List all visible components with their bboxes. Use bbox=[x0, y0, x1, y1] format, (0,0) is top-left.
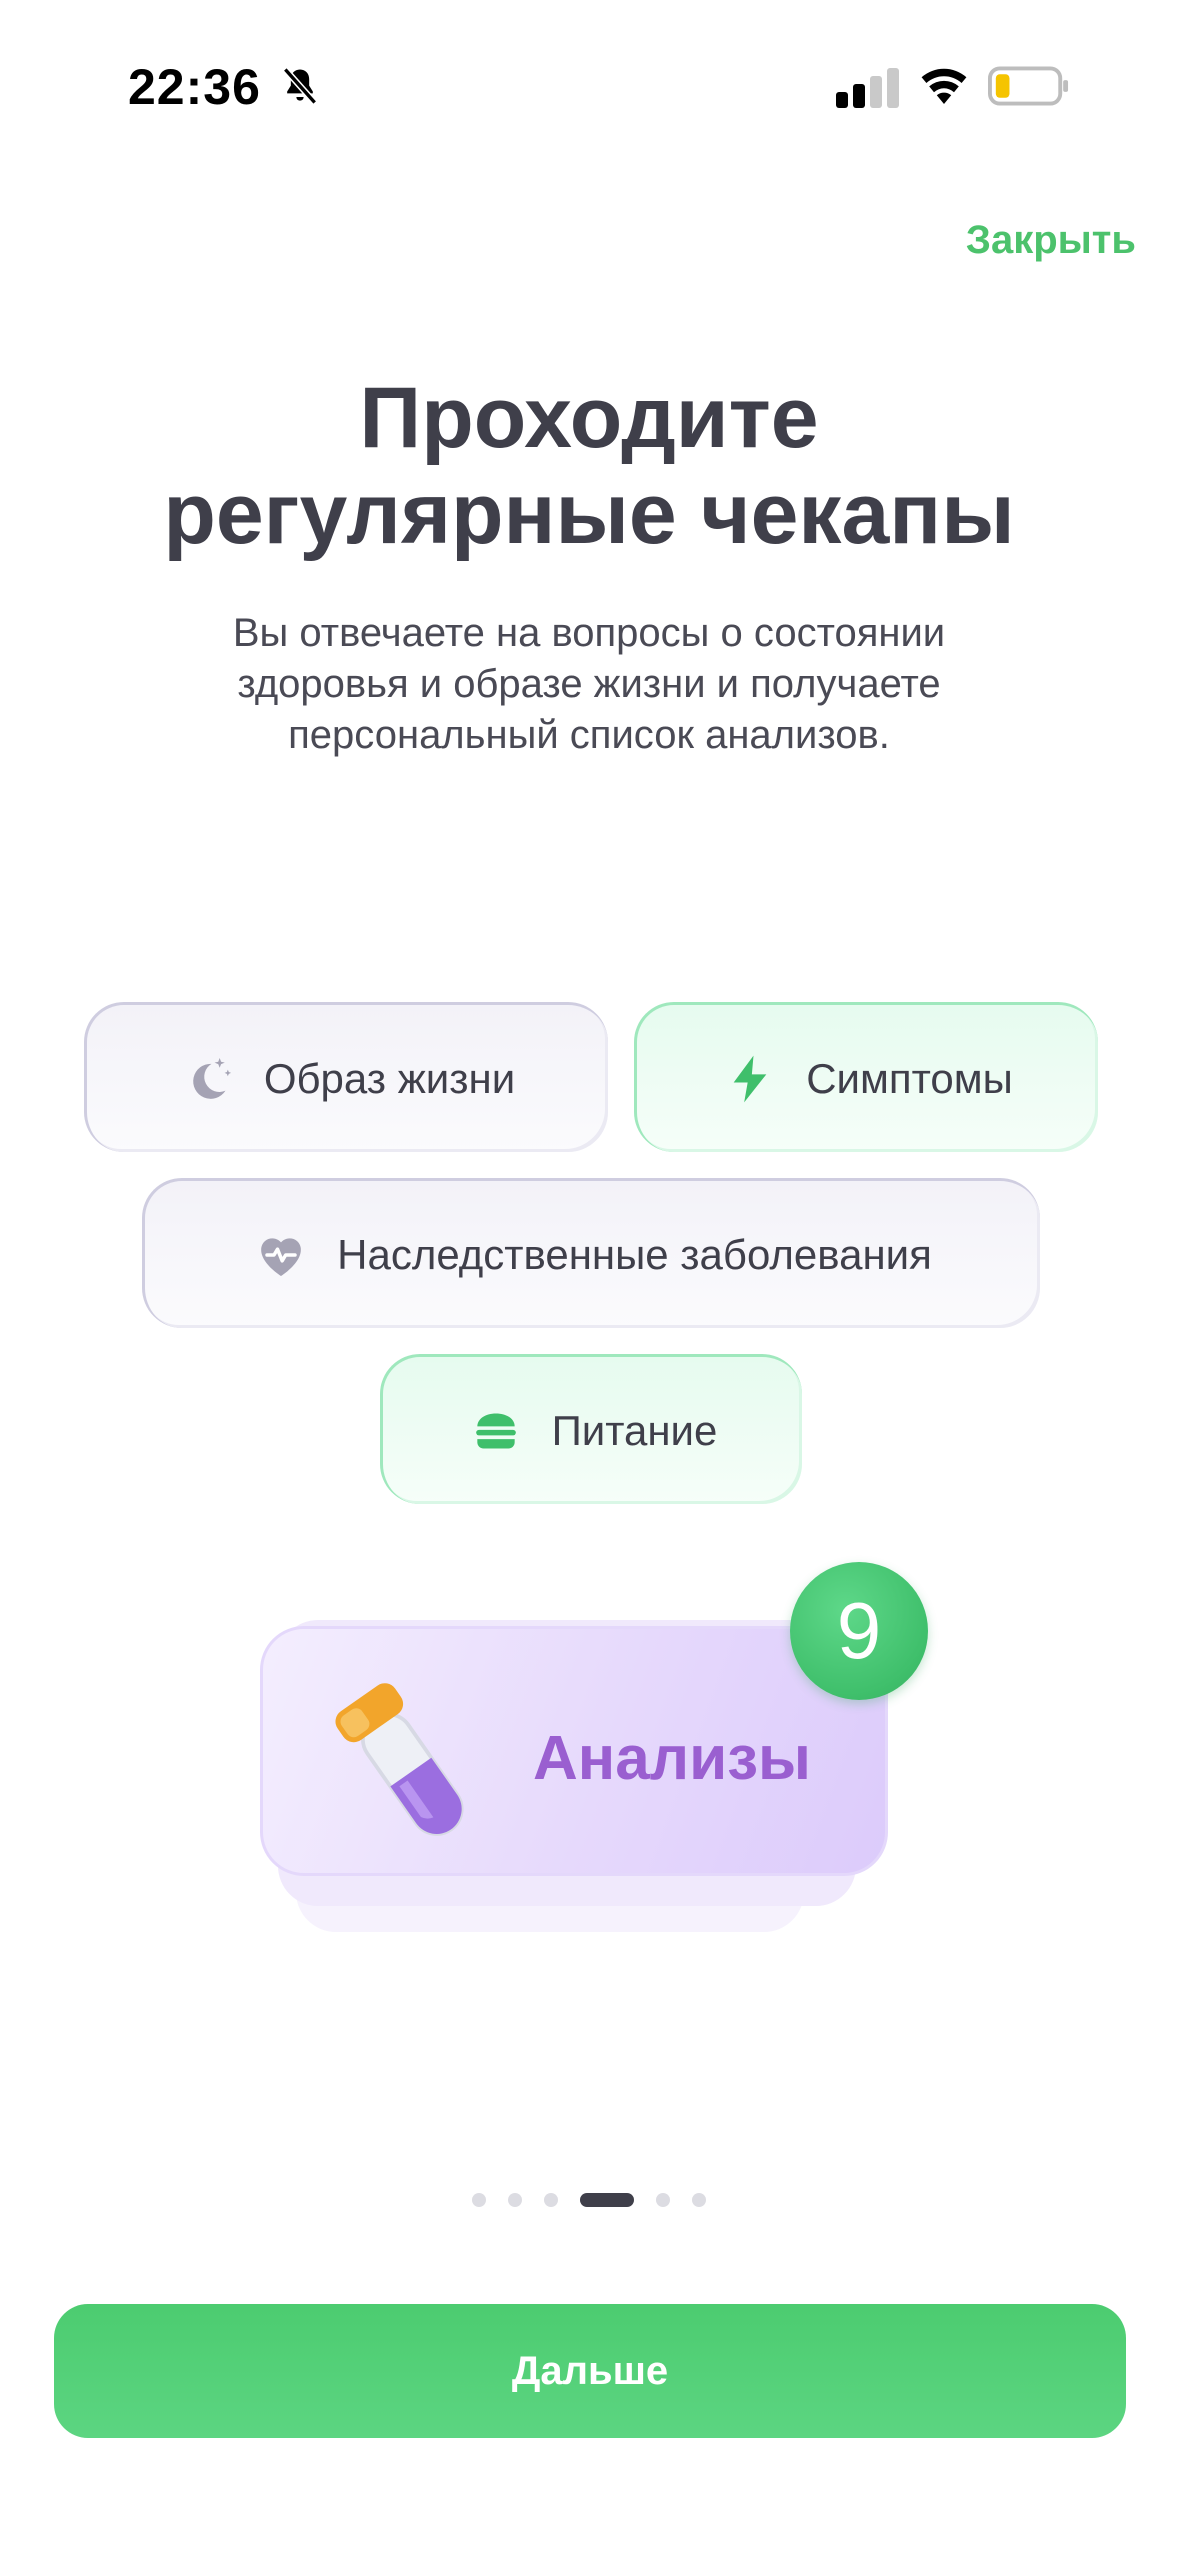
chip-label: Наследственные заболевания bbox=[337, 1230, 932, 1278]
title-line-1: Проходите bbox=[359, 370, 819, 466]
page-dot bbox=[544, 2193, 558, 2207]
chip-label: Симптомы bbox=[806, 1054, 1013, 1102]
page-dot bbox=[656, 2193, 670, 2207]
chip-hereditary-diseases: Наследственные заболевания bbox=[142, 1178, 1040, 1328]
analyses-count-badge: 9 bbox=[790, 1562, 928, 1700]
status-bar: 22:36 bbox=[0, 0, 1178, 170]
page-dot bbox=[508, 2193, 522, 2207]
chip-lifestyle: Образ жизни bbox=[84, 1002, 608, 1152]
next-button[interactable]: Дальше bbox=[54, 2304, 1126, 2438]
burger-icon bbox=[475, 1413, 516, 1448]
page-dot bbox=[472, 2193, 486, 2207]
close-button[interactable]: Закрыть bbox=[966, 218, 1136, 263]
chip-symptoms: Симптомы bbox=[634, 1002, 1098, 1152]
page-indicator bbox=[0, 2190, 1178, 2210]
wifi-icon bbox=[921, 68, 967, 104]
page-subtitle: Вы отвечаете на вопросы о состоянии здор… bbox=[120, 608, 1058, 761]
page-dot bbox=[692, 2193, 706, 2207]
chip-label: Питание bbox=[551, 1406, 718, 1454]
moon-stars-icon bbox=[193, 1057, 231, 1099]
heart-pulse-icon bbox=[261, 1237, 301, 1276]
chip-label: Образ жизни bbox=[263, 1054, 516, 1102]
subtitle-line-2: здоровья и образе жизни и получаете bbox=[237, 662, 941, 706]
chip-nutrition: Питание bbox=[380, 1354, 802, 1504]
page-dot-active bbox=[580, 2193, 634, 2207]
page-title: Проходите регулярные чекапы bbox=[0, 370, 1178, 562]
lightning-icon bbox=[733, 1055, 767, 1102]
cellular-signal-icon bbox=[836, 68, 899, 108]
analyses-card: Анализы bbox=[260, 1626, 888, 1876]
muted-bell-icon bbox=[282, 67, 318, 105]
analyses-label: Анализы bbox=[533, 1724, 811, 1793]
subtitle-line-1: Вы отвечаете на вопросы о состоянии bbox=[232, 611, 946, 655]
test-tube-icon bbox=[335, 1683, 464, 1836]
title-line-2: регулярные чекапы bbox=[163, 466, 1015, 562]
battery-icon bbox=[988, 66, 1069, 106]
subtitle-line-3: персональный список анализов. bbox=[288, 713, 890, 757]
status-time: 22:36 bbox=[128, 59, 261, 115]
